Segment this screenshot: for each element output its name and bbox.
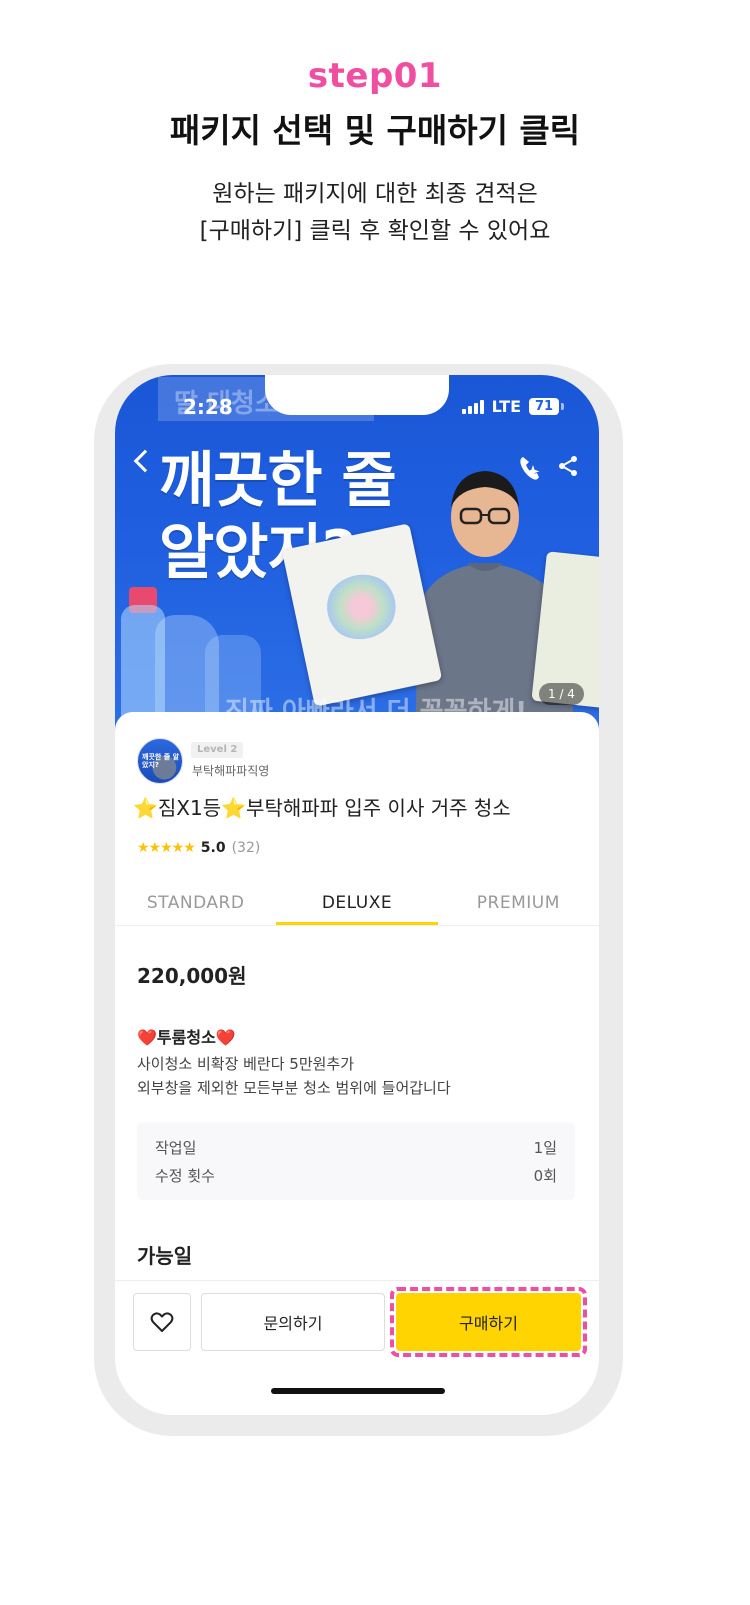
phone-notch (265, 375, 449, 415)
signal-icon (461, 399, 484, 414)
network-label: LTE (491, 397, 521, 416)
seller-name[interactable]: 부탁해파파직영 (192, 762, 269, 779)
package-description: 사이청소 비확장 베란다 5만원추가 외부창을 제외한 모든부분 청소 범위에 … (137, 1052, 451, 1100)
phone-call-icon[interactable] (517, 453, 547, 487)
package-name-text: 투룸청소 (156, 1028, 216, 1047)
hero-image[interactable]: 딸 대청소 2:28 LTE 71 깨끗한 줄 알았지? 1 / 4 (115, 375, 599, 735)
phone-frame: 딸 대청소 2:28 LTE 71 깨끗한 줄 알았지? 1 / 4 깨끗한 줄… (94, 364, 623, 1436)
hero-headline-line1: 깨끗한 줄 (159, 446, 397, 516)
share-icon[interactable] (557, 455, 579, 477)
rating-score: 5.0 (200, 840, 226, 856)
step-description: 원하는 패키지에 대한 최종 견적은 [구매하기] 클릭 후 확인할 수 있어요 (0, 176, 750, 250)
tab-standard[interactable]: STANDARD (115, 880, 276, 925)
package-price: 220,000원 (137, 964, 247, 988)
product-rating[interactable]: ★★★★★ 5.0 (32) (137, 840, 260, 856)
buy-button[interactable]: 구매하기 (396, 1293, 581, 1351)
heart-outline-icon (150, 1312, 174, 1332)
heart-icon: ❤️ (137, 1028, 157, 1047)
package-tabs: STANDARD DELUXE PREMIUM (115, 880, 599, 926)
step-title: 패키지 선택 및 구매하기 클릭 (169, 111, 581, 150)
tab-deluxe[interactable]: DELUXE (276, 880, 438, 925)
spec-value: 0회 (533, 1167, 557, 1185)
back-arrow-icon[interactable] (133, 449, 157, 473)
phone-screen: 딸 대청소 2:28 LTE 71 깨끗한 줄 알았지? 1 / 4 깨끗한 줄… (115, 375, 599, 1415)
notebook-doodle (319, 568, 404, 646)
seller-avatar-text: 깨끗한 줄 알았지? (142, 753, 180, 769)
image-page-counter: 1 / 4 (539, 683, 584, 705)
product-detail-card: 깨끗한 줄 알았지? Level 2 부탁해파파직영 ⭐짐X1등⭐부탁해파파 입… (115, 712, 599, 1415)
package-name: ❤️투룸청소❤️ (137, 1024, 236, 1048)
seller-avatar[interactable]: 깨끗한 줄 알았지? (137, 738, 183, 784)
battery-icon: 71 (529, 398, 564, 415)
spec-row-revisions: 수정 횟수 0회 (155, 1162, 557, 1190)
like-button[interactable] (133, 1293, 191, 1351)
seller-level-badge: Level 2 (191, 742, 244, 758)
product-title-part1: 짐X1등 (157, 796, 222, 820)
package-description-line2: 외부창을 제외한 모든부분 청소 범위에 들어갑니다 (137, 1079, 451, 1097)
star-icon: ⭐ (221, 796, 247, 820)
rating-stars-icon: ★★★★★ (137, 840, 196, 856)
status-indicators: LTE 71 (461, 397, 564, 416)
step-description-line2: [구매하기] 클릭 후 확인할 수 있어요 (199, 218, 551, 244)
bottom-action-bar: 문의하기 구매하기 (115, 1280, 599, 1360)
home-indicator (271, 1388, 445, 1394)
status-time: 2:28 (183, 395, 233, 419)
package-description-line1: 사이청소 비확장 베란다 5만원추가 (137, 1055, 355, 1073)
availability-heading: 가능일 (137, 1244, 193, 1268)
heart-icon: ❤️ (215, 1028, 236, 1047)
star-icon: ⭐ (133, 796, 158, 820)
spec-label: 수정 횟수 (155, 1167, 215, 1185)
spec-value: 1일 (533, 1139, 557, 1157)
package-spec-box: 작업일 1일 수정 횟수 0회 (137, 1122, 575, 1200)
rating-count: (32) (231, 840, 261, 856)
inquiry-button[interactable]: 문의하기 (201, 1293, 385, 1351)
spec-label: 작업일 (155, 1139, 197, 1157)
step-description-line1: 원하는 패키지에 대한 최종 견적은 (212, 181, 538, 207)
step-label: step01 (307, 56, 443, 96)
tab-premium[interactable]: PREMIUM (438, 880, 599, 925)
product-title-part2: 부탁해파파 입주 이사 거주 청소 (246, 796, 511, 820)
product-title: ⭐짐X1등⭐부탁해파파 입주 이사 거주 청소 (133, 792, 511, 821)
spec-row-work-days: 작업일 1일 (155, 1134, 557, 1162)
